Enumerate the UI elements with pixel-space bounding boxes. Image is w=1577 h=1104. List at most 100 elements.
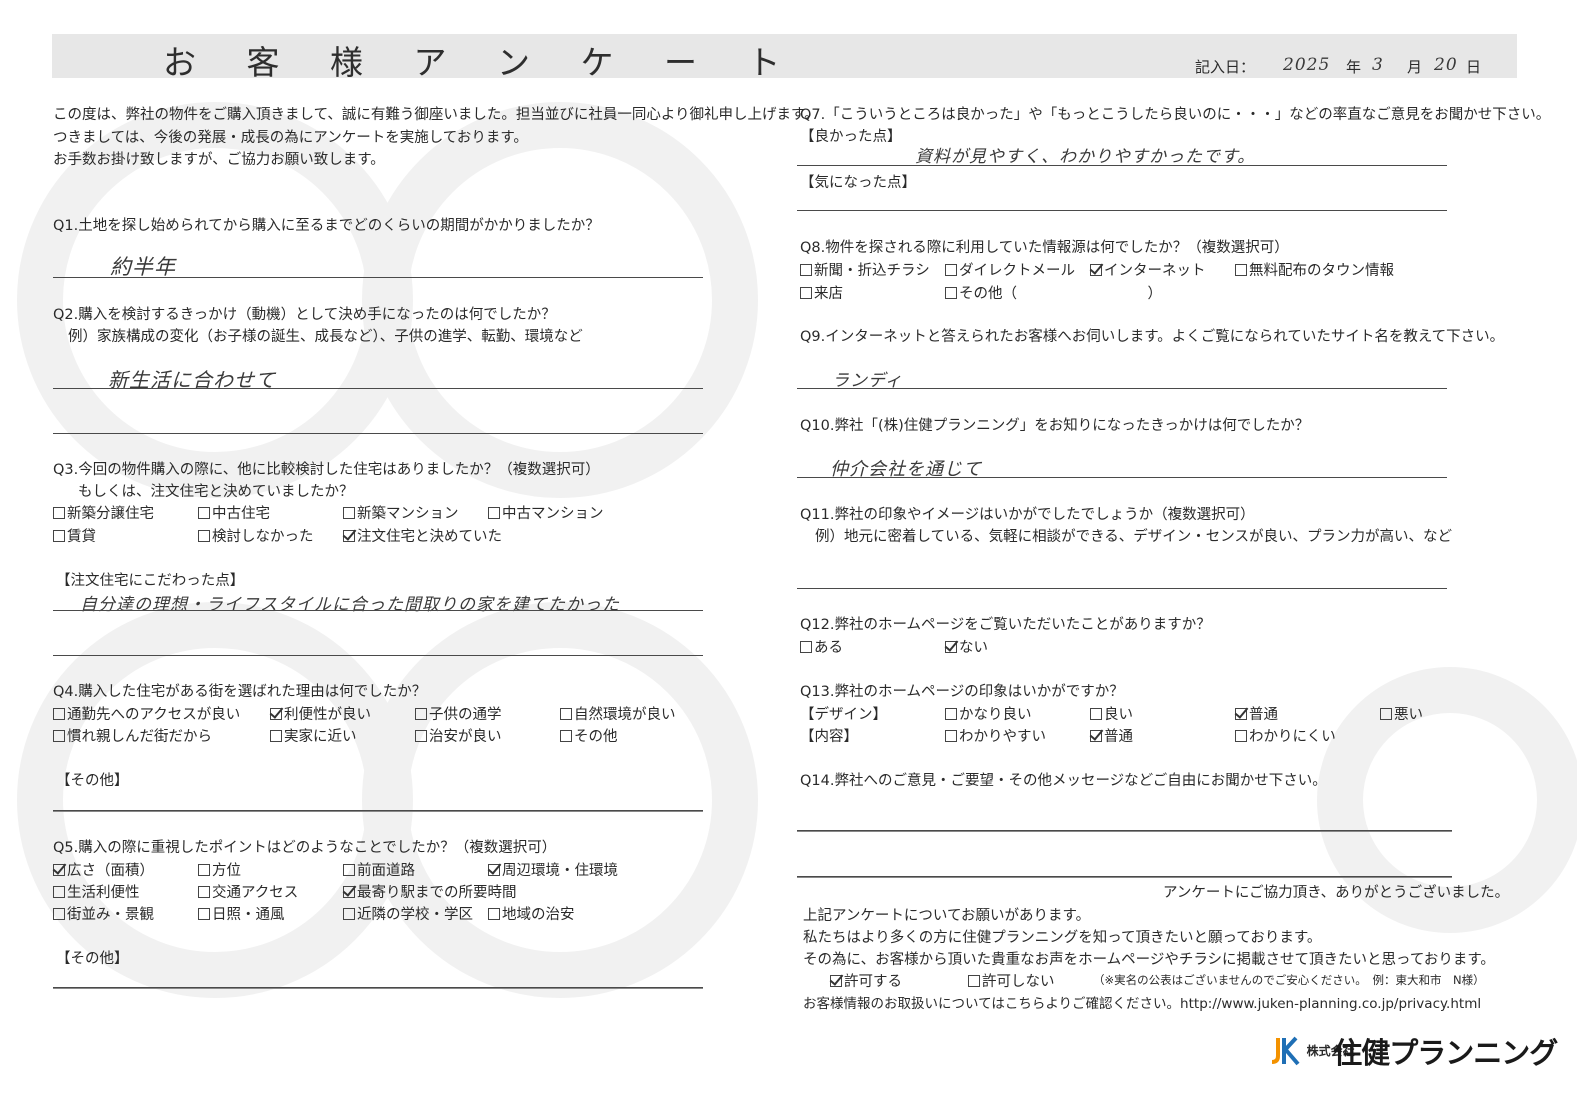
deny-option[interactable]: 許可しない	[968, 970, 1055, 991]
q8-option-2[interactable]: ダイレクトメール	[945, 259, 1075, 280]
checkbox-icon[interactable]	[53, 708, 65, 720]
checkbox-checked-icon[interactable]	[945, 641, 957, 653]
q3-option-6[interactable]: 検討しなかった	[198, 525, 314, 546]
q3-option-1[interactable]: 新築分譲住宅	[53, 502, 154, 523]
permit-option[interactable]: 許可する	[830, 970, 902, 991]
q13-content-option-2[interactable]: 普通	[1090, 725, 1133, 746]
q4-option-3[interactable]: 子供の通学	[415, 703, 502, 724]
q13-design-option-4[interactable]: 悪い	[1380, 703, 1423, 724]
checkbox-icon[interactable]	[945, 730, 957, 742]
checkbox-checked-icon[interactable]	[830, 975, 842, 987]
q3-answer-line-1	[53, 610, 703, 611]
checkbox-icon[interactable]	[800, 287, 812, 299]
q5-option-5[interactable]: 生活利便性	[53, 881, 140, 902]
q4-option-5[interactable]: 慣れ親しんだ街だから	[53, 725, 212, 746]
checkbox-icon[interactable]	[53, 908, 65, 920]
checkbox-icon[interactable]	[415, 730, 427, 742]
q5-option-7[interactable]: 最寄り駅までの所要時間	[343, 881, 517, 902]
q4-option-1[interactable]: 通勤先へのアクセスが良い	[53, 703, 240, 724]
checkbox-icon[interactable]	[343, 507, 355, 519]
q13-design-label: 【デザイン】	[800, 707, 887, 723]
checkbox-icon[interactable]	[945, 264, 957, 276]
checkbox-checked-icon[interactable]	[1090, 264, 1102, 276]
checkbox-icon[interactable]	[198, 530, 210, 542]
checkbox-icon[interactable]	[560, 708, 572, 720]
q4-option-7[interactable]: 治安が良い	[415, 725, 502, 746]
checkbox-checked-icon[interactable]	[343, 886, 355, 898]
q4-option-6[interactable]: 実家に近い	[270, 725, 357, 746]
q5-option-8[interactable]: 街並み・景観	[53, 903, 154, 924]
checkbox-icon[interactable]	[800, 641, 812, 653]
q5-option-2[interactable]: 方位	[198, 859, 241, 880]
checkbox-icon[interactable]	[198, 886, 210, 898]
checkbox-icon[interactable]	[53, 730, 65, 742]
checkbox-icon[interactable]	[800, 264, 812, 276]
q5-option-4[interactable]: 周辺環境・住環境	[488, 859, 618, 880]
q12-option-2[interactable]: ない	[945, 636, 988, 657]
q5-option-11[interactable]: 地域の治安	[488, 903, 575, 924]
checkbox-icon[interactable]	[198, 864, 210, 876]
checkbox-icon[interactable]	[968, 975, 980, 987]
checkbox-icon[interactable]	[53, 886, 65, 898]
q3-question: Q3.今回の物件購入の際に、他に比較検討した住宅はありましたか？（複数選択可）	[53, 462, 600, 478]
checkbox-icon[interactable]	[343, 864, 355, 876]
q11-example: 例）地元に密着している、気軽に相談ができる、デザイン・センスが良い、プラン力が高…	[815, 529, 1452, 545]
q13-design-option-1[interactable]: かなり良い	[945, 703, 1032, 724]
q2-answer-line-1	[53, 388, 703, 389]
q3-option-4[interactable]: 中古マンション	[488, 502, 604, 523]
q3-option-5[interactable]: 賃貸	[53, 525, 96, 546]
checkbox-icon[interactable]	[198, 908, 210, 920]
intro-line-2: つきましては、今後の発展・成長の為にアンケートを実施しております。	[53, 130, 528, 146]
q13-content-label: 【内容】	[800, 729, 858, 745]
q4-option-8[interactable]: その他	[560, 725, 618, 746]
checkbox-icon[interactable]	[1235, 264, 1247, 276]
q5-option-1[interactable]: 広さ（面積）	[53, 859, 154, 880]
q8-option-5[interactable]: 来店	[800, 282, 843, 303]
checkbox-icon[interactable]	[53, 507, 65, 519]
q8-option-3[interactable]: インターネット	[1090, 259, 1206, 280]
checkbox-checked-icon[interactable]	[488, 864, 500, 876]
q14-question: Q14.弊社へのご意見・ご要望・その他メッセージなどご自由にお聞かせ下さい。	[800, 773, 1327, 789]
q5-option-9[interactable]: 日照・通風	[198, 903, 285, 924]
q8-option-6[interactable]: その他（ ）	[945, 282, 1162, 303]
checkbox-checked-icon[interactable]	[1235, 708, 1247, 720]
logo-company-name: 住健プランニング	[1333, 1036, 1558, 1070]
q4-option-4[interactable]: 自然環境が良い	[560, 703, 676, 724]
checkbox-icon[interactable]	[945, 287, 957, 299]
checkbox-checked-icon[interactable]	[1090, 730, 1102, 742]
survey-sheet: お 客 様 ア ン ケ ー ト 記入日： 2025 年 3 月 20 日 この度…	[0, 0, 1577, 1104]
q5-option-6[interactable]: 交通アクセス	[198, 881, 298, 902]
q13-design-option-2[interactable]: 良い	[1090, 703, 1133, 724]
checkbox-checked-icon[interactable]	[270, 708, 282, 720]
q8-option-1[interactable]: 新聞・折込チラシ	[800, 259, 930, 280]
q13-content-option-3[interactable]: わかりにくい	[1235, 725, 1336, 746]
q3-question-2: もしくは、注文住宅と決めていましたか？	[78, 484, 354, 500]
q11-answer-line	[797, 588, 1447, 589]
checkbox-icon[interactable]	[1380, 708, 1392, 720]
checkbox-icon[interactable]	[1235, 730, 1247, 742]
closing-request-1: 上記アンケートについてお願いがあります。	[803, 908, 1091, 924]
checkbox-icon[interactable]	[488, 507, 500, 519]
q3-option-7[interactable]: 注文住宅と決めていた	[343, 525, 502, 546]
checkbox-icon[interactable]	[270, 730, 282, 742]
q5-option-10[interactable]: 近隣の学校・学区	[343, 903, 473, 924]
checkbox-icon[interactable]	[945, 708, 957, 720]
q4-option-2[interactable]: 利便性が良い	[270, 703, 371, 724]
checkbox-icon[interactable]	[560, 730, 572, 742]
checkbox-icon[interactable]	[343, 908, 355, 920]
checkbox-icon[interactable]	[488, 908, 500, 920]
q13-content-option-1[interactable]: わかりやすい	[945, 725, 1046, 746]
q8-option-4[interactable]: 無料配布のタウン情報	[1235, 259, 1394, 280]
checkbox-icon[interactable]	[1090, 708, 1102, 720]
checkbox-icon[interactable]	[198, 507, 210, 519]
q5-other-label: 【その他】	[56, 951, 129, 967]
checkbox-checked-icon[interactable]	[53, 864, 65, 876]
checkbox-icon[interactable]	[415, 708, 427, 720]
q12-option-1[interactable]: ある	[800, 636, 843, 657]
checkbox-icon[interactable]	[53, 530, 65, 542]
q3-option-2[interactable]: 中古住宅	[198, 502, 270, 523]
q3-option-3[interactable]: 新築マンション	[343, 502, 459, 523]
q5-option-3[interactable]: 前面道路	[343, 859, 415, 880]
q13-design-option-3[interactable]: 普通	[1235, 703, 1278, 724]
checkbox-checked-icon[interactable]	[343, 530, 355, 542]
